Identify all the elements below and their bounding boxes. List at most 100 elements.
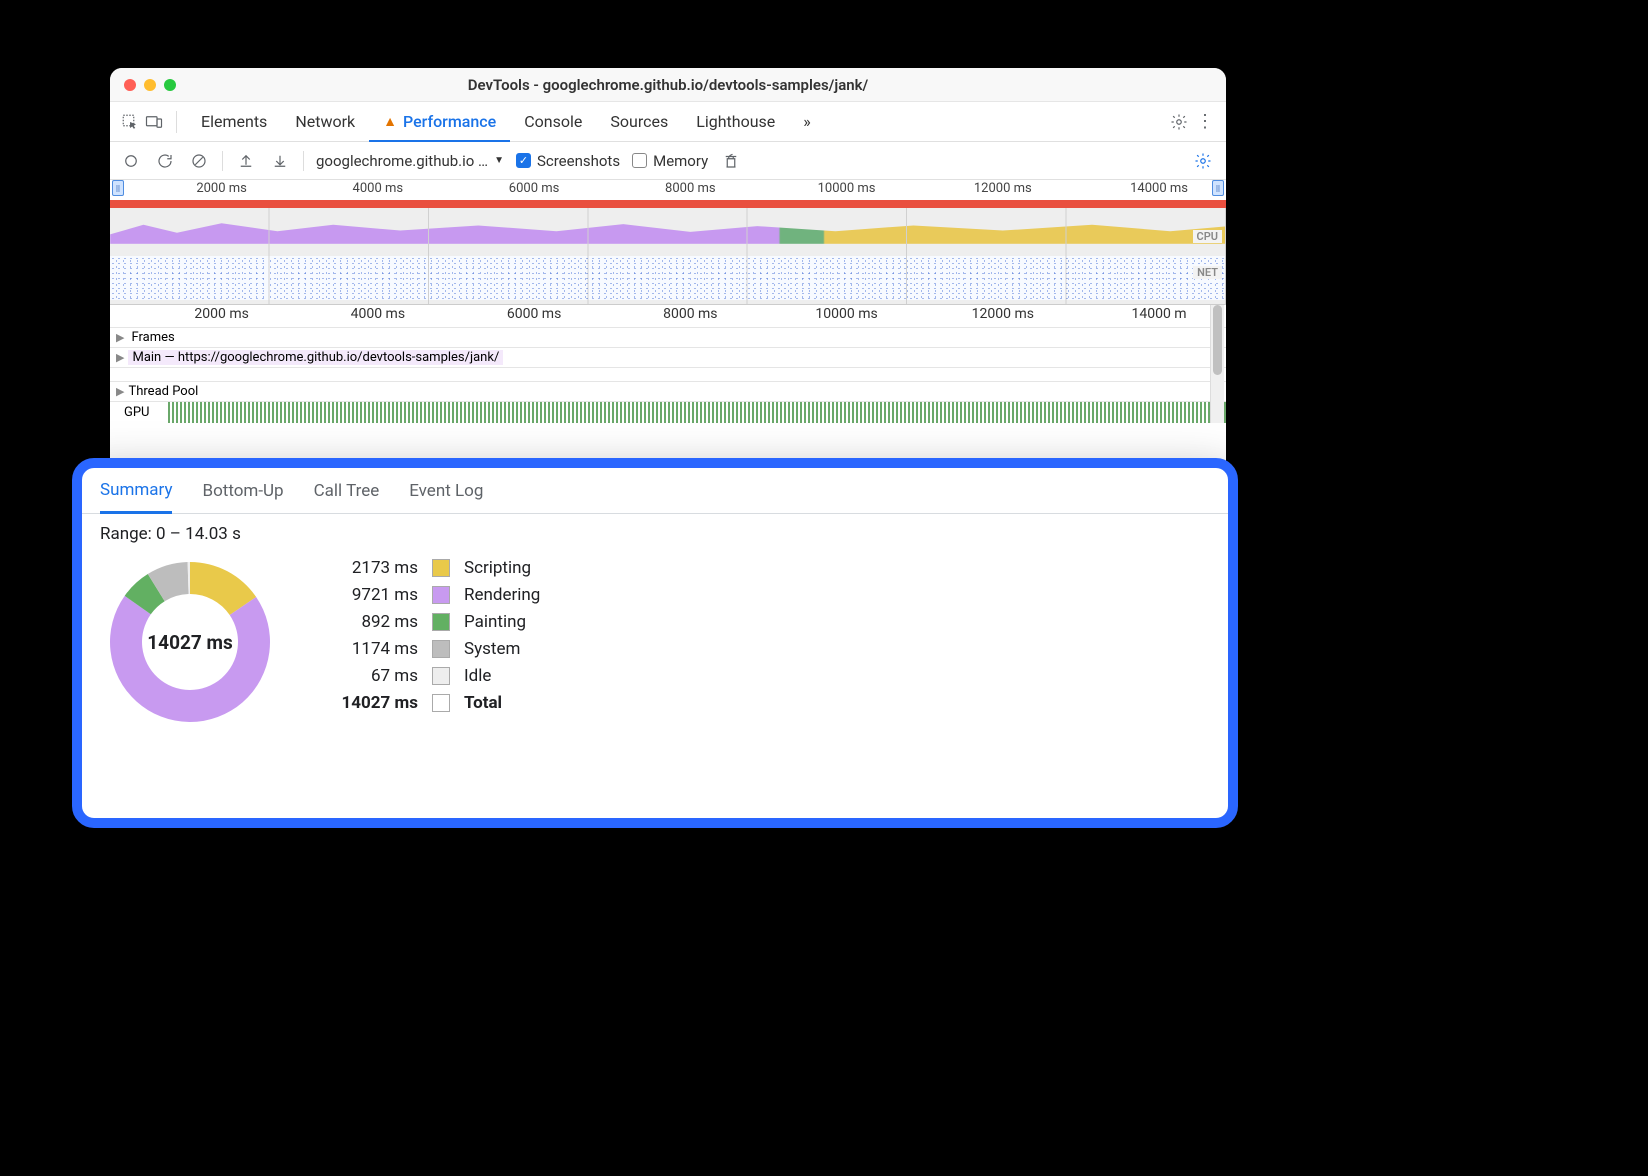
tick-label: 2000 ms: [194, 306, 248, 322]
checkbox-label: Screenshots: [537, 152, 620, 170]
recording-host-label: googlechrome.github.io …: [316, 152, 488, 170]
tab-label: Elements: [201, 112, 267, 131]
track-label: GPU: [124, 405, 150, 420]
tab-console[interactable]: Console: [510, 102, 596, 141]
timeline-overview[interactable]: 2000 ms 4000 ms 6000 ms 8000 ms 10000 ms…: [110, 180, 1226, 305]
tab-label: Call Tree: [314, 481, 380, 501]
tab-event-log[interactable]: Event Log: [409, 468, 483, 513]
tick-label: 10000 ms: [818, 181, 876, 196]
main-track[interactable]: ▶ Main — https://googlechrome.github.io/…: [110, 347, 1226, 367]
settings-button[interactable]: [1166, 109, 1192, 135]
range-label: Range: 0 – 14.03 s: [100, 524, 1210, 544]
close-window-button[interactable]: [124, 79, 136, 91]
expand-arrow-icon[interactable]: ▶: [116, 331, 124, 344]
legend-ms: 9721 ms: [328, 585, 418, 605]
tab-network[interactable]: Network: [281, 102, 369, 141]
legend-ms: 14027 ms: [328, 693, 418, 713]
inspect-element-icon[interactable]: [118, 110, 142, 134]
tick-label: 8000 ms: [663, 306, 717, 322]
expand-arrow-icon[interactable]: ▶: [116, 385, 124, 398]
download-profile-button[interactable]: [269, 150, 291, 172]
legend-swatch: [432, 667, 450, 685]
legend-label: Scripting: [464, 558, 540, 578]
legend-swatch: [432, 640, 450, 658]
record-button[interactable]: [120, 150, 142, 172]
tab-summary[interactable]: Summary: [100, 469, 172, 514]
collect-garbage-button[interactable]: [720, 150, 742, 172]
threadpool-track[interactable]: ▶ Thread Pool: [110, 381, 1226, 401]
recording-selector[interactable]: googlechrome.github.io … ▼: [316, 152, 504, 170]
tab-label: Console: [524, 112, 582, 131]
window-title: DevTools - googlechrome.github.io/devtoo…: [110, 76, 1226, 94]
legend-label: Total: [464, 693, 540, 713]
reload-record-button[interactable]: [154, 150, 176, 172]
tick-label: 6000 ms: [507, 306, 561, 322]
memory-checkbox[interactable]: Memory: [632, 152, 708, 170]
tab-sources[interactable]: Sources: [596, 102, 682, 141]
tick-label: 14000 ms: [1130, 181, 1188, 196]
legend-swatch: [432, 694, 450, 712]
tick-label: 12000 ms: [974, 181, 1032, 196]
legend-swatch: [432, 586, 450, 604]
fps-bar: [110, 200, 1226, 208]
tick-label: 6000 ms: [509, 181, 560, 196]
main-strip-2: [110, 368, 1226, 381]
legend-ms: 2173 ms: [328, 558, 418, 578]
capture-settings-button[interactable]: [1190, 148, 1216, 174]
summary-content: Range: 0 – 14.03 s 14027 ms 2173 ms Scrip…: [82, 514, 1228, 742]
tab-performance[interactable]: ▲ Performance: [369, 103, 510, 142]
details-tabs: Summary Bottom-Up Call Tree Event Log: [82, 468, 1228, 514]
overview-ruler: 2000 ms 4000 ms 6000 ms 8000 ms 10000 ms…: [110, 180, 1226, 200]
frames-track[interactable]: ▶ Frames: [110, 327, 1226, 347]
tab-label: Performance: [403, 112, 496, 131]
legend-label: System: [464, 639, 540, 659]
tab-call-tree[interactable]: Call Tree: [314, 468, 380, 513]
tab-label: Summary: [100, 480, 172, 500]
zoom-window-button[interactable]: [164, 79, 176, 91]
tick-label: 4000 ms: [353, 181, 404, 196]
separator: [176, 111, 177, 133]
window-controls: [110, 79, 176, 91]
flame-scrollbar[interactable]: [1210, 305, 1224, 423]
legend-swatch: [432, 559, 450, 577]
tick-label: 2000 ms: [196, 181, 247, 196]
screenshots-checkbox[interactable]: ✓ Screenshots: [516, 152, 620, 170]
separator: [303, 151, 304, 171]
flame-chart[interactable]: 2000 ms 4000 ms 6000 ms 8000 ms 10000 ms…: [110, 305, 1226, 423]
device-toolbar-icon[interactable]: [142, 110, 166, 134]
upload-profile-button[interactable]: [235, 150, 257, 172]
legend-label: Rendering: [464, 585, 540, 605]
separator: [222, 151, 223, 171]
flame-ruler: 2000 ms 4000 ms 6000 ms 8000 ms 10000 ms…: [110, 305, 1226, 327]
tab-elements[interactable]: Elements: [187, 102, 281, 141]
checkbox-checked-icon: ✓: [516, 153, 531, 168]
gpu-track[interactable]: GPU: [110, 401, 1226, 423]
tick-label: 8000 ms: [665, 181, 716, 196]
expand-arrow-icon[interactable]: ▶: [116, 351, 124, 364]
legend-label: Painting: [464, 612, 540, 632]
performance-toolbar: googlechrome.github.io … ▼ ✓ Screenshots…: [110, 142, 1226, 180]
legend-ms: 1174 ms: [328, 639, 418, 659]
summary-legend: 2173 ms Scripting 9721 ms Rendering 892 ms Pa…: [328, 558, 540, 713]
tab-lighthouse[interactable]: Lighthouse: [682, 102, 789, 141]
chevron-double-right-icon: »: [803, 112, 811, 131]
tab-label: Event Log: [409, 481, 483, 501]
minimize-window-button[interactable]: [144, 79, 156, 91]
tick-label: 14000 m: [1131, 306, 1186, 322]
legend-ms: 892 ms: [328, 612, 418, 632]
overview-body[interactable]: CPU NET: [110, 208, 1226, 304]
tab-bottom-up[interactable]: Bottom-Up: [202, 468, 283, 513]
legend-ms: 67 ms: [328, 666, 418, 686]
range-handle-left[interactable]: ||: [112, 180, 124, 196]
tab-label: Lighthouse: [696, 112, 775, 131]
cpu-track-label: CPU: [1193, 230, 1222, 243]
net-chart: [110, 256, 1226, 300]
scrollbar-thumb[interactable]: [1213, 305, 1222, 375]
summary-donut-chart: 14027 ms: [100, 552, 280, 732]
gpu-strip: [168, 402, 1226, 423]
clear-button[interactable]: [188, 150, 210, 172]
tabs-overflow[interactable]: »: [789, 102, 825, 141]
titlebar: DevTools - googlechrome.github.io/devtoo…: [110, 68, 1226, 102]
range-handle-right[interactable]: ||: [1212, 180, 1224, 196]
more-menu-button[interactable]: ⋮: [1192, 111, 1218, 132]
